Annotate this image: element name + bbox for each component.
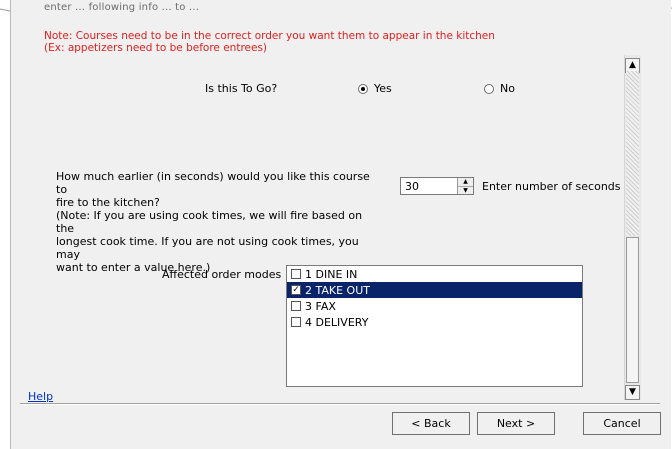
radio-empty-icon: [484, 83, 494, 94]
order-mode-label: 1 DINE IN: [305, 267, 358, 281]
to-go-no-radio[interactable]: No: [484, 82, 515, 95]
fire-time-description: How much earlier (in seconds) would you …: [56, 170, 376, 274]
order-mode-item-take-out[interactable]: ✓ 2 TAKE OUT: [287, 282, 582, 298]
to-go-no-label: No: [500, 82, 515, 95]
order-modes-list[interactable]: 1 DINE IN ✓ 2 TAKE OUT 3 FAX 4 DELIVERY: [286, 265, 583, 387]
scroll-down-icon[interactable]: ▼: [625, 385, 640, 400]
order-mode-label: 4 DELIVERY: [305, 315, 369, 329]
scroll-track[interactable]: [626, 71, 639, 236]
back-button[interactable]: < Back: [392, 412, 470, 435]
next-button[interactable]: Next >: [477, 412, 555, 435]
order-mode-item-delivery[interactable]: 4 DELIVERY: [287, 314, 582, 330]
stepper-buttons: ▲ ▼: [457, 178, 473, 194]
seconds-stepper[interactable]: 30 ▲ ▼: [400, 177, 474, 195]
checkbox-unchecked-icon[interactable]: [291, 269, 301, 279]
courses-note: Note: Courses need to be in the correct …: [44, 30, 495, 54]
radio-selected-icon: [358, 83, 368, 94]
footer-divider: [20, 403, 660, 405]
order-modes-label: Affected order modes: [162, 268, 282, 281]
order-mode-item-fax[interactable]: 3 FAX: [287, 298, 582, 314]
note-line-2: (Ex: appetizers need to be before entree…: [44, 42, 268, 54]
checkbox-checked-icon[interactable]: ✓: [291, 285, 301, 295]
cancel-button[interactable]: Cancel: [583, 412, 661, 435]
partial-header-text: enter ... following info ... to ...: [44, 2, 200, 13]
scroll-thumb[interactable]: [626, 237, 639, 383]
fire-text-line-1: How much earlier (in seconds) would you …: [56, 170, 370, 196]
note-line-1: Note: Courses need to be in the correct …: [44, 30, 495, 42]
fire-text-line-2: fire to the kitchen?: [56, 196, 160, 209]
seconds-hint: Enter number of seconds: [482, 180, 621, 193]
checkbox-unchecked-icon[interactable]: [291, 317, 301, 327]
seconds-value[interactable]: 30: [405, 180, 419, 193]
to-go-label: Is this To Go?: [205, 82, 278, 95]
fire-text-line-3: (Note: If you are using cook times, we w…: [56, 209, 363, 235]
vertical-scrollbar[interactable]: ▲ ▼: [624, 55, 641, 400]
order-mode-label: 2 TAKE OUT: [305, 283, 370, 297]
to-go-yes-radio[interactable]: Yes: [358, 82, 392, 95]
help-link[interactable]: Help: [28, 390, 53, 403]
stepper-down-icon[interactable]: ▼: [458, 187, 473, 195]
stepper-up-icon[interactable]: ▲: [458, 178, 473, 187]
checkbox-unchecked-icon[interactable]: [291, 301, 301, 311]
to-go-yes-label: Yes: [374, 82, 392, 95]
order-mode-item-dine-in[interactable]: 1 DINE IN: [287, 266, 582, 282]
fire-text-line-4: longest cook time. If you are not using …: [56, 235, 359, 261]
order-mode-label: 3 FAX: [305, 299, 336, 313]
